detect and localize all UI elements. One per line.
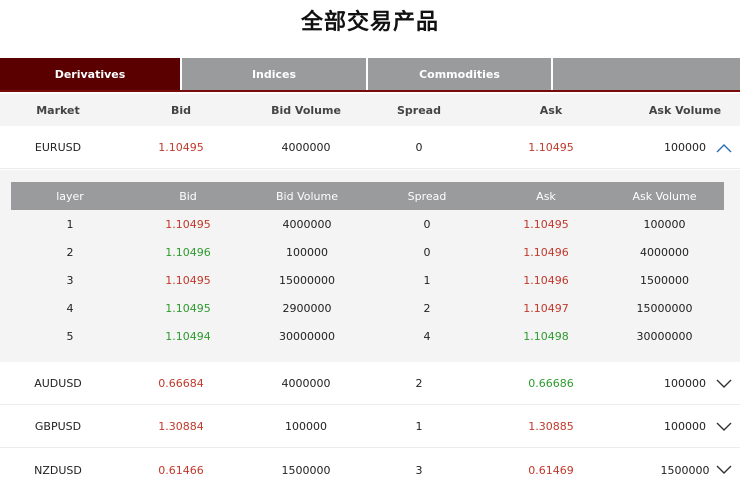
depth-header-bid: Bid [179, 189, 197, 203]
bid-volume: 4000000 [281, 377, 331, 390]
chevron-down-icon[interactable] [716, 363, 732, 404]
bid-price: 1.10495 [165, 217, 211, 231]
spread: 0 [423, 217, 431, 231]
bid-volume: 100000 [285, 420, 327, 433]
tab-indices[interactable]: Indices [182, 58, 368, 90]
spread: 3 [415, 463, 423, 477]
layer: 5 [66, 329, 74, 343]
ask-volume: 100000 [643, 217, 686, 231]
table-row[interactable]: EURUSD 1.10495 4000000 0 1.10495 100000 [0, 127, 740, 169]
tab-derivatives[interactable]: Derivatives [0, 58, 182, 90]
bid-price: 0.61466 [158, 463, 204, 477]
header-ask: Ask [539, 103, 563, 117]
bid-price: 1.10495 [158, 141, 204, 154]
header-market: Market [36, 103, 80, 117]
bid-volume: 4000000 [282, 217, 332, 231]
spread: 0 [415, 141, 423, 154]
bid-volume: 100000 [286, 245, 328, 259]
layer: 4 [66, 301, 74, 315]
ask-price: 0.61469 [528, 463, 574, 477]
spread: 0 [423, 245, 431, 259]
ask-price: 1.10495 [528, 141, 574, 154]
bid-volume: 30000000 [279, 329, 335, 343]
bid-volume: 1500000 [281, 463, 331, 477]
depth-row: 5 1.10494 30000000 4 1.10498 30000000 [11, 322, 724, 350]
spread: 2 [423, 301, 431, 315]
ask-volume: 30000000 [636, 329, 693, 343]
bid-price: 1.30884 [158, 420, 204, 433]
bid-price: 0.66684 [158, 377, 204, 390]
page-title: 全部交易产品 [300, 10, 439, 35]
chevron-down-icon[interactable] [716, 449, 732, 491]
spread: 2 [415, 377, 423, 390]
ask-price: 1.30885 [528, 420, 574, 433]
ask-volume: 1500000 [640, 273, 689, 287]
spread: 4 [423, 329, 431, 343]
depth-panel: layer Bid Bid Volume Spread Ask Ask Volu… [0, 170, 740, 362]
bid-price: 1.10496 [165, 245, 211, 259]
ask-price: 1.10498 [523, 329, 569, 343]
depth-header-layer: layer [56, 189, 84, 203]
table-row[interactable]: NZDUSD 0.61466 1500000 3 0.61469 1500000 [0, 449, 740, 491]
market-name: NZDUSD [34, 463, 82, 477]
depth-header: layer Bid Bid Volume Spread Ask Ask Volu… [11, 182, 724, 210]
ask-price: 0.66686 [528, 377, 574, 390]
depth-row: 2 1.10496 100000 0 1.10496 4000000 [11, 238, 724, 266]
ask-price: 1.10497 [523, 301, 569, 315]
layer: 2 [66, 245, 74, 259]
bid-volume: 15000000 [279, 273, 335, 287]
market-name: GBPUSD [34, 420, 82, 433]
depth-header-spread: Spread [407, 189, 447, 203]
layer: 1 [66, 217, 74, 231]
layer: 3 [66, 273, 74, 287]
ask-price: 1.10496 [523, 245, 569, 259]
bid-price: 1.10495 [165, 273, 211, 287]
spread: 1 [415, 420, 423, 433]
header-ask-volume: Ask Volume [648, 103, 722, 117]
table-header: Market Bid Bid Volume Spread Ask Ask Vol… [0, 94, 740, 126]
bid-price: 1.10495 [165, 301, 211, 315]
depth-header-ask-volume: Ask Volume [632, 189, 697, 203]
tab-commodities[interactable]: Commodities [368, 58, 553, 90]
market-name: AUDUSD [34, 377, 82, 390]
depth-row: 4 1.10495 2900000 2 1.10497 15000000 [11, 294, 724, 322]
depth-row: 1 1.10495 4000000 0 1.10495 100000 [11, 210, 724, 238]
ask-price: 1.10496 [523, 273, 569, 287]
header-bid: Bid [170, 103, 192, 117]
table-row[interactable]: GBPUSD 1.30884 100000 1 1.30885 100000 [0, 406, 740, 448]
bid-volume: 4000000 [281, 141, 331, 154]
chevron-up-icon[interactable] [716, 127, 732, 168]
depth-header-ask: Ask [536, 189, 556, 203]
header-bid-volume: Bid Volume [271, 103, 341, 117]
bid-volume: 2900000 [282, 301, 332, 315]
bid-price: 1.10494 [165, 329, 211, 343]
header-spread: Spread [397, 103, 441, 117]
table-row[interactable]: AUDUSD 0.66684 4000000 2 0.66686 100000 [0, 363, 740, 405]
tab-empty[interactable] [553, 58, 740, 90]
ask-volume: 4000000 [640, 245, 689, 259]
depth-row: 3 1.10495 15000000 1 1.10496 1500000 [11, 266, 724, 294]
depth-header-bid-volume: Bid Volume [276, 189, 338, 203]
ask-volume: 15000000 [636, 301, 693, 315]
product-tabs: Derivatives Indices Commodities [0, 58, 740, 92]
chevron-down-icon[interactable] [716, 406, 732, 447]
ask-price: 1.10495 [523, 217, 569, 231]
market-name: EURUSD [34, 141, 82, 154]
spread: 1 [423, 273, 431, 287]
